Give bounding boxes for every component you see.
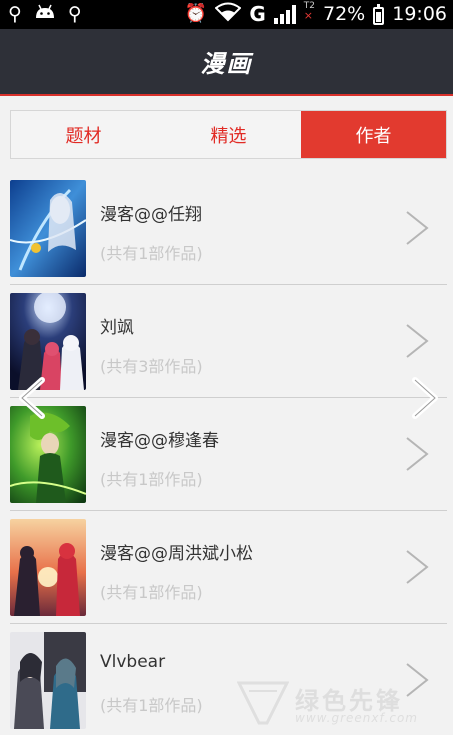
tab-authors[interactable]: 作者 <box>301 111 446 158</box>
works-count: (共有1部作品) <box>100 244 203 263</box>
author-cover-image <box>10 519 86 616</box>
tab-label: 精选 <box>210 125 247 147</box>
author-item[interactable]: 漫客@@任翔 (共有1部作品) <box>10 172 447 285</box>
battery-icon <box>373 4 385 25</box>
status-bar: ⚲ ⚲ ⏰ G T2 × 72% 19:06 <box>0 0 453 29</box>
watermark-logo-icon <box>236 681 290 725</box>
battery-percent: 72% <box>323 3 366 25</box>
tab-topics[interactable]: 题材 <box>11 111 156 158</box>
watermark-url: www.greenxf.com <box>295 711 418 725</box>
sim2-indicator: T2 × <box>303 1 315 22</box>
chevron-right-icon <box>406 211 429 245</box>
chevron-right-icon <box>406 550 429 584</box>
usb-icon: ⚲ <box>8 3 22 25</box>
network-type: G <box>249 2 266 26</box>
chevron-right-icon <box>406 437 429 471</box>
notification-icons: ⚲ ⚲ <box>8 3 82 25</box>
author-item[interactable]: 刘飒 (共有3部作品) <box>10 285 447 398</box>
works-count: (共有1部作品) <box>100 696 203 715</box>
author-name: Vlvbear <box>100 652 166 672</box>
category-tabs: 题材 精选 作者 <box>10 110 447 159</box>
title-bar: 漫画 <box>0 29 453 96</box>
author-name: 刘飒 <box>100 318 134 338</box>
tab-label: 作者 <box>355 125 392 147</box>
arrow-left-icon[interactable] <box>14 376 48 420</box>
author-name: 漫客@@任翔 <box>100 205 202 225</box>
alarm-icon: ⏰ <box>184 3 208 24</box>
wifi-icon <box>214 2 242 26</box>
system-icons: ⏰ G T2 × 72% 19:06 <box>184 1 447 27</box>
author-list: 漫客@@任翔 (共有1部作品) 刘飒 (共有3部作品) 漫客@@穆逢春 (共有1… <box>10 172 447 735</box>
arrow-right-icon[interactable] <box>409 376 443 420</box>
watermark: 绿色先锋 www.greenxf.com <box>236 679 447 731</box>
author-cover-image <box>10 180 86 277</box>
author-name: 漫客@@周洪斌小松 <box>100 544 253 564</box>
works-count: (共有1部作品) <box>100 583 203 602</box>
tab-label: 题材 <box>65 125 102 147</box>
usb-icon: ⚲ <box>67 3 82 25</box>
clock: 19:06 <box>392 3 447 25</box>
author-cover-image <box>10 406 86 503</box>
author-item[interactable]: 漫客@@穆逢春 (共有1部作品) <box>10 398 447 511</box>
tab-featured[interactable]: 精选 <box>156 111 301 158</box>
chevron-right-icon <box>406 324 429 358</box>
page-title: 漫画 <box>200 49 253 78</box>
works-count: (共有3部作品) <box>100 357 203 376</box>
author-cover-image <box>10 632 86 729</box>
signal-icon <box>273 4 296 24</box>
android-icon <box>34 3 56 25</box>
author-item[interactable]: 漫客@@周洪斌小松 (共有1部作品) <box>10 511 447 624</box>
works-count: (共有1部作品) <box>100 470 203 489</box>
author-name: 漫客@@穆逢春 <box>100 431 219 451</box>
